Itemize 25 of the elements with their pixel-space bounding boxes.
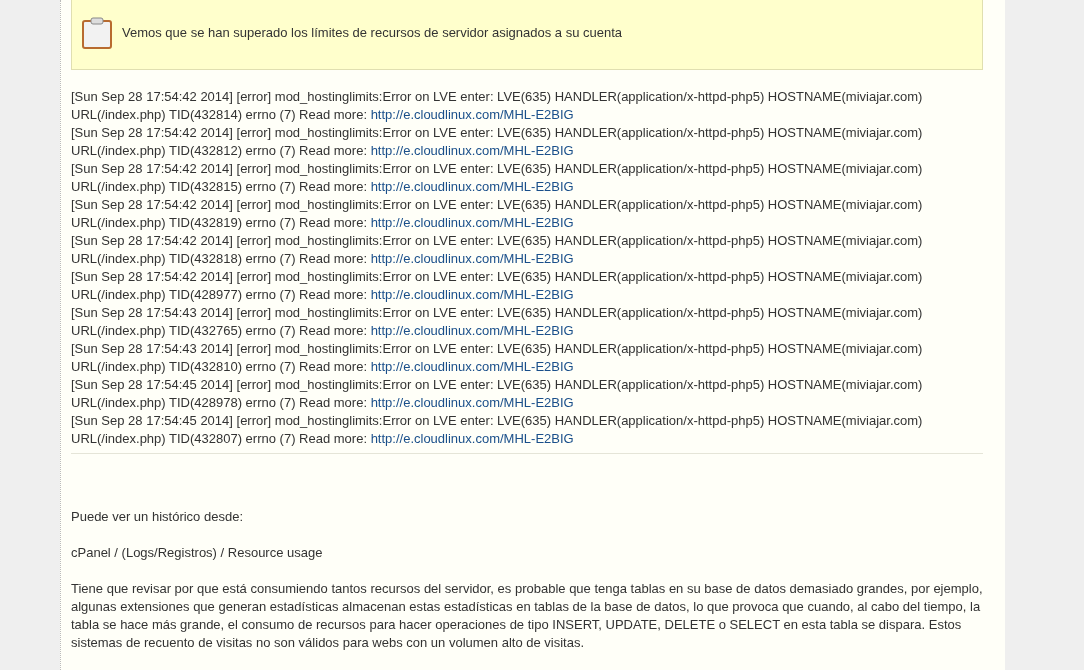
read-more-link[interactable]: http://e.cloudlinux.com/MHL-E2BIG	[370, 143, 574, 158]
body-paragraph: Puede ver un histórico desde:	[71, 508, 244, 526]
read-more-link[interactable]: http://e.cloudlinux.com/MHL-E2BIG	[370, 215, 574, 230]
log-entry: [Sun Sep 28 17:54:42 2014] [error] mod_hostinglimits:Error on LVE enter: LVE(635) HANDLER(application/x-httpd-php5) HOSTNAME(miviajar.com) URL(/index.php) TID(432819) errno (7) Read more: http://e.cloudlinux.com/MHL-E2BIG	[71, 196, 924, 232]
read-more-link[interactable]: http://e.cloudlinux.com/MHL-E2BIG	[370, 107, 574, 122]
log-entry: [Sun Sep 28 17:54:43 2014] [error] mod_hostinglimits:Error on LVE enter: LVE(635) HANDLER(application/x-httpd-php5) HOSTNAME(miviajar.com) URL(/index.php) TID(432810) errno (7) Read more: http://e.cloudlinux.com/MHL-E2BIG	[71, 340, 924, 376]
log-entry: [Sun Sep 28 17:54:42 2014] [error] mod_hostinglimits:Error on LVE enter: LVE(635) HANDLER(application/x-httpd-php5) HOSTNAME(miviajar.com) URL(/index.php) TID(432818) errno (7) Read more: http://e.cloudlinux.com/MHL-E2BIG	[71, 232, 924, 268]
read-more-link[interactable]: http://e.cloudlinux.com/MHL-E2BIG	[370, 395, 574, 410]
log-entry: [Sun Sep 28 17:54:42 2014] [error] mod_hostinglimits:Error on LVE enter: LVE(635) HANDLER(application/x-httpd-php5) HOSTNAME(miviajar.com) URL(/index.php) TID(432815) errno (7) Read more: http://e.cloudlinux.com/MHL-E2BIG	[71, 160, 924, 196]
read-more-link[interactable]: http://e.cloudlinux.com/MHL-E2BIG	[370, 359, 574, 374]
log-entry: [Sun Sep 28 17:54:45 2014] [error] mod_hostinglimits:Error on LVE enter: LVE(635) HANDLER(application/x-httpd-php5) HOSTNAME(miviajar.com) URL(/index.php) TID(428978) errno (7) Read more: http://e.cloudlinux.com/MHL-E2BIG	[71, 376, 924, 412]
body-paragraph: Tiene que revisar por que está consumiendo tantos recursos del servidor, es probable que tenga tablas en su base de datos demasiado grandes, por ejemplo, algunas extensiones que generan estadísticas almacenan estas estadísticas en tablas de la base de datos, lo que provoca que cuando, al cabo del tiempo, la tabla se hace más grande, el consumo de recursos para hacer operaciones de tipo INSERT, UPDATE, DELETE o SELECT en esta tabla se dispara. Estos sistemas de recuento de visitas no son válidos para webs con un volumen alto de visitas.	[71, 580, 983, 652]
read-more-link[interactable]: http://e.cloudlinux.com/MHL-E2BIG	[370, 287, 574, 302]
body-paragraph: cPanel / (Logs/Registros) / Resource usage	[71, 544, 324, 562]
read-more-link[interactable]: http://e.cloudlinux.com/MHL-E2BIG	[370, 431, 574, 446]
clipboard-icon	[82, 17, 112, 49]
read-more-link[interactable]: http://e.cloudlinux.com/MHL-E2BIG	[370, 323, 574, 338]
log-entry: [Sun Sep 28 17:54:42 2014] [error] mod_hostinglimits:Error on LVE enter: LVE(635) HANDLER(application/x-httpd-php5) HOSTNAME(miviajar.com) URL(/index.php) TID(428977) errno (7) Read more: http://e.cloudlinux.com/MHL-E2BIG	[71, 268, 924, 304]
read-more-link[interactable]: http://e.cloudlinux.com/MHL-E2BIG	[370, 251, 574, 266]
log-entry: [Sun Sep 28 17:54:45 2014] [error] mod_hostinglimits:Error on LVE enter: LVE(635) HANDLER(application/x-httpd-php5) HOSTNAME(miviajar.com) URL(/index.php) TID(432807) errno (7) Read more: http://e.cloudlinux.com/MHL-E2BIG	[71, 412, 924, 448]
read-more-link[interactable]: http://e.cloudlinux.com/MHL-E2BIG	[370, 179, 574, 194]
notice-text: Vemos que se han superado los límites de recursos de servidor asignados a su cuenta	[122, 24, 623, 42]
log-entry: [Sun Sep 28 17:54:42 2014] [error] mod_hostinglimits:Error on LVE enter: LVE(635) HANDLER(application/x-httpd-php5) HOSTNAME(miviajar.com) URL(/index.php) TID(432812) errno (7) Read more: http://e.cloudlinux.com/MHL-E2BIG	[71, 124, 924, 160]
log-entry: [Sun Sep 28 17:54:42 2014] [error] mod_hostinglimits:Error on LVE enter: LVE(635) HANDLER(application/x-httpd-php5) HOSTNAME(miviajar.com) URL(/index.php) TID(432814) errno (7) Read more: http://e.cloudlinux.com/MHL-E2BIG	[71, 88, 924, 124]
log-entry: [Sun Sep 28 17:54:43 2014] [error] mod_hostinglimits:Error on LVE enter: LVE(635) HANDLER(application/x-httpd-php5) HOSTNAME(miviajar.com) URL(/index.php) TID(432765) errno (7) Read more: http://e.cloudlinux.com/MHL-E2BIG	[71, 304, 924, 340]
